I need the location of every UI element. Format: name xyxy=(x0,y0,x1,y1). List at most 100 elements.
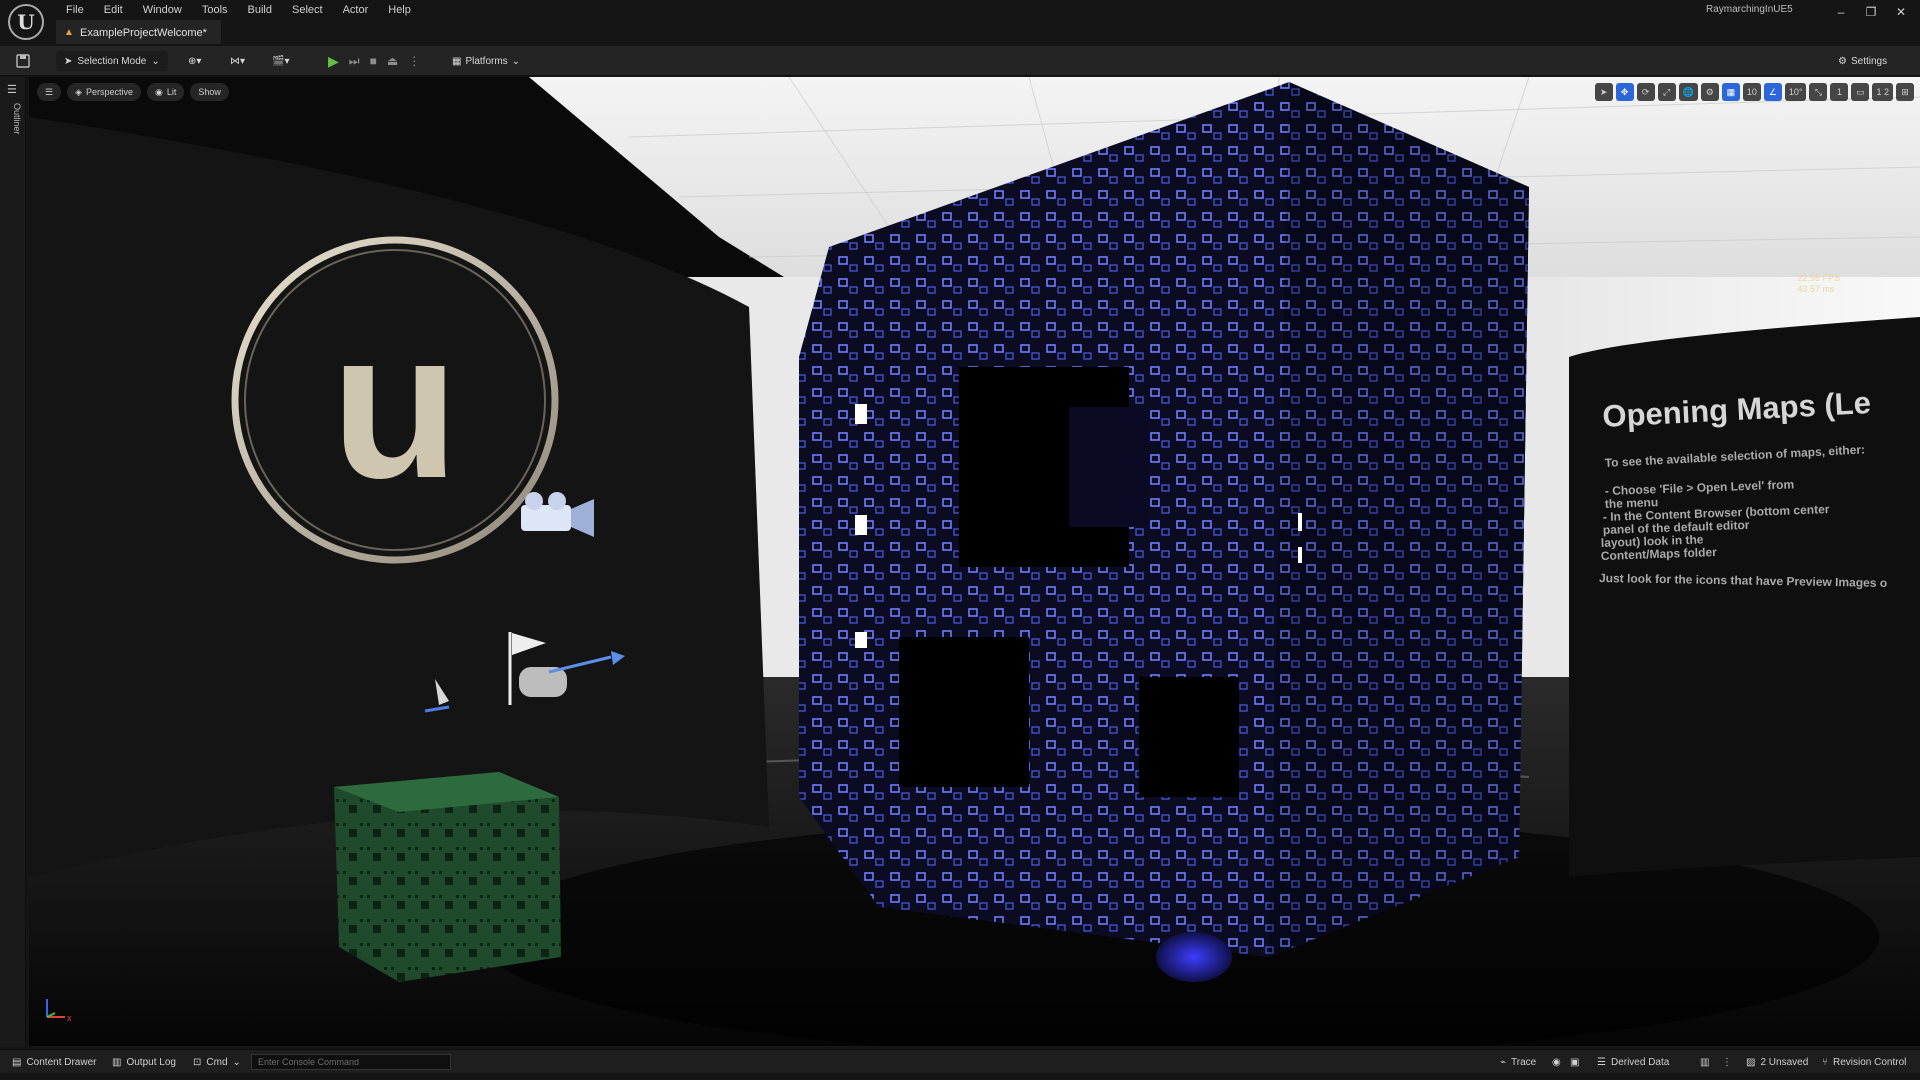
bottom-strip xyxy=(0,1073,1920,1080)
more-options-icon[interactable]: ⋮ xyxy=(408,54,420,68)
view-mode-button[interactable]: ◉ Lit xyxy=(147,83,185,101)
platforms-label: Platforms xyxy=(465,55,508,67)
level-viewport[interactable]: u Opening Maps (Le To see the available … xyxy=(29,77,1920,1046)
selection-mode-dropdown[interactable]: ➤ Selection Mode ⌄ xyxy=(56,51,168,71)
show-button[interactable]: Show xyxy=(190,83,229,101)
unsaved-label: 2 Unsaved xyxy=(1760,1056,1809,1068)
screenshot-icon[interactable]: ▣ xyxy=(1570,1053,1579,1071)
save-button[interactable] xyxy=(16,51,30,71)
revision-control-button[interactable]: ⑂ Revision Control xyxy=(1822,1053,1906,1071)
scale-snap-value[interactable]: 1 xyxy=(1830,83,1849,101)
fps-readout: 22.95 FPS 43.57 ms xyxy=(1797,273,1840,295)
status-bar: ▤ Content Drawer ▥ Output Log ⊡ Cmd ⌄ En… xyxy=(0,1049,1920,1073)
unreal-logo-icon[interactable]: U xyxy=(8,4,44,40)
viewport-toolbar-right: ➤ ✥ ⟳ ⤢ 🌐 ⚙ ▦ 10 ∠ 10° ⤡ 1 ▭ 1 2 ⊞ xyxy=(1594,83,1914,101)
cursor-icon: ➤ xyxy=(64,55,73,67)
menu-select[interactable]: Select xyxy=(282,2,333,18)
hamburger-icon: ☰ xyxy=(45,86,54,97)
world-local-icon[interactable]: 🌐 xyxy=(1678,83,1698,101)
stats-icon[interactable]: ▥ xyxy=(1700,1053,1709,1071)
content-drawer-icon: ▤ xyxy=(12,1056,22,1068)
viewport-toolbar-left: ☰ ◈ Perspective ◉ Lit Show xyxy=(37,83,229,101)
add-actor-button[interactable]: ⊕▾ xyxy=(188,51,201,71)
stop-icon[interactable]: ■ xyxy=(370,54,377,68)
surface-snap-icon[interactable]: ⚙ xyxy=(1700,83,1719,101)
console-icon: ⊡ xyxy=(193,1056,202,1068)
left-sidebar: ☰ Outliner xyxy=(0,77,26,1047)
unsaved-button[interactable]: ▨ 2 Unsaved xyxy=(1746,1053,1808,1071)
rotate-tool-icon[interactable]: ⟳ xyxy=(1636,83,1655,101)
play-icon[interactable]: ▶ xyxy=(328,53,339,70)
output-log-button[interactable]: ▥ Output Log xyxy=(112,1053,176,1071)
level-tab-title: ExampleProjectWelcome* xyxy=(80,27,207,39)
scale-snap-icon[interactable]: ⤡ xyxy=(1809,83,1828,101)
viewport-options-button[interactable]: ☰ xyxy=(37,83,62,101)
scene-render: u Opening Maps (Le To see the available … xyxy=(29,77,1920,1046)
outliner-tab[interactable]: Outliner xyxy=(12,103,22,135)
revision-control-label: Revision Control xyxy=(1833,1056,1907,1068)
minimize-button[interactable]: – xyxy=(1826,2,1856,22)
lit-icon: ◉ xyxy=(155,86,163,97)
blueprint-button[interactable]: ⋈▾ xyxy=(230,51,245,71)
step-icon[interactable]: ⏭ xyxy=(349,54,360,69)
blueprint-icon: ⋈▾ xyxy=(230,55,246,67)
derived-data-button[interactable]: ☰ Derived Data xyxy=(1597,1053,1669,1071)
play-controls: ▶ ⏭ ■ ⏏ ⋮ xyxy=(328,51,420,71)
title-bar: U File Edit Window Tools Build Select Ac… xyxy=(0,0,1920,46)
axis-gizmo: x xyxy=(39,991,79,1028)
trace-label: Trace xyxy=(1511,1056,1537,1068)
restore-button[interactable]: ❐ xyxy=(1856,2,1886,22)
menu-edit[interactable]: Edit xyxy=(94,2,133,18)
console-command-input[interactable]: Enter Console Command xyxy=(251,1054,451,1070)
add-actor-icon: ⊕▾ xyxy=(188,55,202,67)
svg-text:u: u xyxy=(331,287,459,522)
save-icon xyxy=(16,54,30,68)
camera-speed-icon[interactable]: ▭ xyxy=(1851,83,1870,101)
platforms-icon: ▦ xyxy=(452,55,462,67)
settings-label: Settings xyxy=(1850,55,1888,67)
menu-tools[interactable]: Tools xyxy=(192,2,238,18)
eject-icon[interactable]: ⏏ xyxy=(387,54,398,68)
chevron-down-icon: ⌄ xyxy=(232,1056,241,1068)
outliner-toggle-icon[interactable]: ☰ xyxy=(7,83,17,96)
menu-bar: File Edit Window Tools Build Select Acto… xyxy=(56,2,421,18)
menu-window[interactable]: Window xyxy=(133,2,192,18)
show-label: Show xyxy=(198,87,221,97)
camera-speed-value[interactable]: 1 2 xyxy=(1872,83,1893,101)
chevron-down-icon: ⌄ xyxy=(151,55,160,67)
perspective-icon: ◈ xyxy=(75,86,82,97)
close-button[interactable]: ✕ xyxy=(1886,2,1916,22)
derived-data-icon: ☰ xyxy=(1597,1056,1606,1068)
cinematics-button[interactable]: 🎬▾ xyxy=(272,51,289,71)
project-name: RaymarchingInUE5 xyxy=(1706,4,1793,15)
grid-snap-icon[interactable]: ▦ xyxy=(1721,83,1740,101)
menu-build[interactable]: Build xyxy=(238,2,282,18)
rotation-snap-value[interactable]: 10° xyxy=(1784,83,1807,101)
scale-tool-icon[interactable]: ⤢ xyxy=(1657,83,1676,101)
output-log-label: Output Log xyxy=(126,1056,176,1068)
perspective-button[interactable]: ◈ Perspective xyxy=(67,83,142,101)
frame-time-value: 43.57 ms xyxy=(1797,284,1835,294)
select-tool-icon[interactable]: ➤ xyxy=(1594,83,1613,101)
maximize-viewport-icon[interactable]: ⊞ xyxy=(1896,83,1914,101)
revision-control-icon: ⑂ xyxy=(1822,1056,1828,1068)
cmd-dropdown[interactable]: ⊡ Cmd ⌄ xyxy=(193,1053,241,1071)
settings-button[interactable]: ⚙ Settings xyxy=(1838,51,1887,71)
menu-help[interactable]: Help xyxy=(378,2,421,18)
trace-button[interactable]: ⌁ Trace xyxy=(1500,1053,1536,1071)
clapper-icon: 🎬▾ xyxy=(272,55,290,67)
menu-file[interactable]: File xyxy=(56,2,94,18)
level-tab[interactable]: ▲ ExampleProjectWelcome* xyxy=(56,20,221,44)
platforms-dropdown[interactable]: ▦ Platforms ⌄ xyxy=(452,51,520,71)
menu-actor[interactable]: Actor xyxy=(333,2,379,18)
perspective-label: Perspective xyxy=(86,87,134,97)
translate-tool-icon[interactable]: ✥ xyxy=(1615,83,1634,101)
grid-snap-value[interactable]: 10 xyxy=(1742,83,1761,101)
content-drawer-button[interactable]: ▤ Content Drawer xyxy=(12,1053,96,1071)
gear-icon: ⚙ xyxy=(1838,55,1847,67)
more-icon[interactable]: ⋮ xyxy=(1722,1053,1732,1071)
rotation-snap-icon[interactable]: ∠ xyxy=(1763,83,1782,101)
content-drawer-label: Content Drawer xyxy=(26,1056,97,1068)
lit-label: Lit xyxy=(166,87,177,97)
record-icon[interactable]: ◉ xyxy=(1552,1053,1561,1071)
